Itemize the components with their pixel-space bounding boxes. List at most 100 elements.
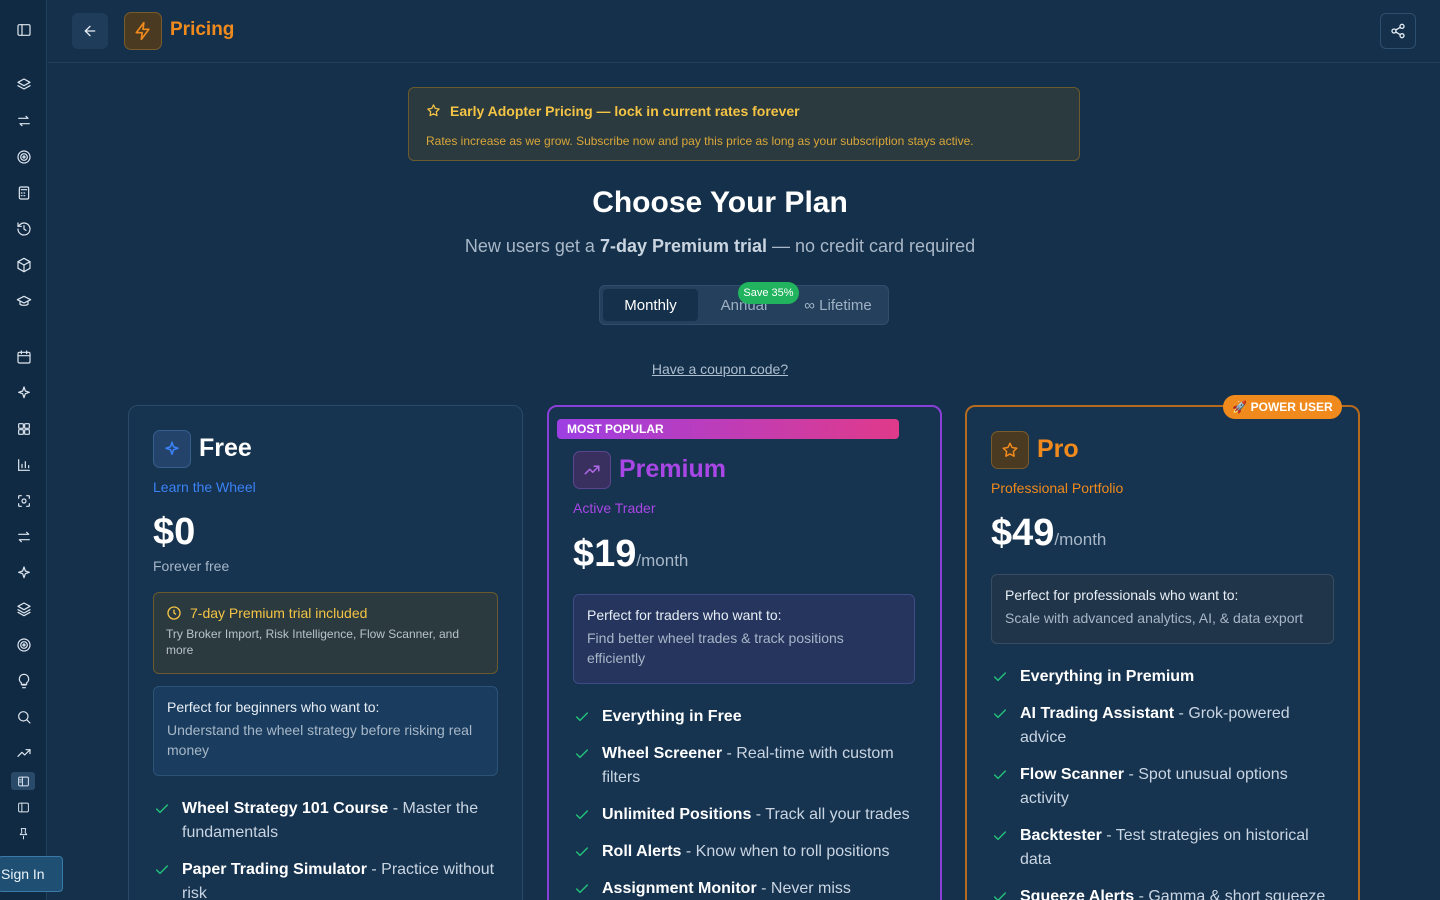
star-icon bbox=[426, 103, 441, 123]
feature-text: Everything in Free bbox=[602, 708, 742, 725]
panel-toggle-icon[interactable] bbox=[14, 20, 34, 40]
feature-text: Wheel Screener - Real-time with custom f… bbox=[602, 745, 894, 786]
banner-title: Early Adopter Pricing — lock in current … bbox=[450, 103, 800, 119]
audience-text: Scale with advanced analytics, AI, & dat… bbox=[1005, 610, 1304, 626]
plan-tagline: Professional Portfolio bbox=[991, 480, 1124, 496]
sparkles-icon bbox=[153, 430, 191, 468]
feature-item: Everything in Free bbox=[574, 705, 922, 733]
price-amount: $19 bbox=[573, 533, 637, 575]
pin-icon[interactable] bbox=[11, 824, 35, 842]
check-icon bbox=[154, 858, 182, 886]
save-badge: Save 35% bbox=[738, 282, 799, 304]
feature-text: Flow Scanner - Spot unusual options acti… bbox=[1020, 766, 1288, 807]
feature-item: Backtester - Test strategies on historic… bbox=[992, 824, 1340, 872]
feature-item: Unlimited Positions - Track all your tra… bbox=[574, 803, 922, 831]
feature-text: Wheel Strategy 101 Course - Master the f… bbox=[182, 800, 479, 841]
price-amount: $49 bbox=[991, 512, 1055, 554]
feature-text: Squeeze Alerts - Gamma & short squeeze bbox=[1020, 888, 1326, 900]
check-icon bbox=[992, 824, 1020, 852]
check-icon bbox=[992, 885, 1020, 900]
sidebar bbox=[0, 0, 47, 900]
clock-icon bbox=[167, 606, 181, 620]
arrows-icon[interactable] bbox=[14, 527, 34, 547]
header: Pricing bbox=[48, 0, 1440, 63]
feature-text: Roll Alerts - Know when to roll position… bbox=[602, 843, 890, 860]
layout-mode-icon[interactable] bbox=[11, 772, 35, 790]
sparkles-icon[interactable] bbox=[14, 563, 34, 583]
banner-text: Rates increase as we grow. Subscribe now… bbox=[426, 134, 974, 148]
feature-item: Wheel Strategy 101 Course - Master the f… bbox=[154, 797, 504, 845]
layers-icon[interactable] bbox=[14, 599, 34, 619]
price-period: /month bbox=[636, 551, 689, 570]
plan-name: Free bbox=[199, 434, 252, 462]
feature-item: Squeeze Alerts - Gamma & short squeeze bbox=[992, 885, 1340, 900]
package-icon[interactable] bbox=[14, 255, 34, 275]
lightning-logo-icon bbox=[124, 12, 162, 50]
price-note: Forever free bbox=[153, 558, 230, 574]
check-icon bbox=[992, 665, 1020, 693]
feature-text: Backtester - Test strategies on historic… bbox=[1020, 827, 1309, 868]
plan-price: $19/month bbox=[573, 533, 688, 576]
feature-text: Unlimited Positions - Track all your tra… bbox=[602, 806, 910, 823]
check-icon bbox=[574, 742, 602, 770]
plan-price: $0 bbox=[153, 511, 196, 553]
trial-title: 7-day Premium trial included bbox=[190, 605, 368, 621]
audience-text: Understand the wheel strategy before ris… bbox=[167, 722, 473, 758]
graduation-cap-icon[interactable] bbox=[14, 291, 34, 311]
plan-price: $49/month bbox=[991, 512, 1106, 555]
plan-name: Premium bbox=[619, 455, 726, 483]
power-user-badge: 🚀 POWER USER bbox=[1223, 395, 1342, 419]
back-button[interactable] bbox=[72, 13, 108, 49]
check-icon bbox=[992, 702, 1020, 730]
billing-option-lifetime[interactable]: ∞ Lifetime bbox=[794, 289, 882, 321]
feature-text: Paper Trading Simulator - Practice witho… bbox=[182, 861, 495, 900]
target-icon[interactable] bbox=[14, 635, 34, 655]
trial-title-row: 7-day Premium trial included bbox=[166, 605, 485, 621]
share-icon bbox=[1391, 23, 1405, 39]
scan-icon[interactable] bbox=[14, 491, 34, 511]
sidebar-mode-icon[interactable] bbox=[11, 798, 35, 816]
plan-card-pro: Pro Professional Portfolio $49/month Per… bbox=[965, 405, 1360, 900]
audience-text: Find better wheel trades & track positio… bbox=[587, 630, 844, 666]
check-icon bbox=[154, 797, 182, 825]
grid-icon[interactable] bbox=[14, 419, 34, 439]
feature-item: Flow Scanner - Spot unusual options acti… bbox=[992, 763, 1340, 811]
plan-card-premium: MOST POPULAR Premium Active Trader $19/m… bbox=[547, 405, 942, 900]
check-icon bbox=[992, 763, 1020, 791]
swap-icon[interactable] bbox=[14, 111, 34, 131]
sparkles-icon[interactable] bbox=[14, 383, 34, 403]
plan-tagline: Active Trader bbox=[573, 500, 656, 516]
feature-item: Assignment Monitor - Never miss bbox=[574, 877, 922, 900]
audience-box: Perfect for professionals who want to: S… bbox=[991, 574, 1334, 644]
plan-subheading: New users get a 7-day Premium trial — no… bbox=[0, 236, 1440, 257]
sign-in-button[interactable]: Sign In bbox=[0, 856, 63, 892]
layers-icon[interactable] bbox=[14, 75, 34, 95]
plan-card-free: Free Learn the Wheel $0 Forever free 7-d… bbox=[128, 405, 523, 900]
check-icon bbox=[574, 705, 602, 733]
trial-text: Try Broker Import, Risk Intelligence, Fl… bbox=[166, 627, 460, 657]
audience-box: Perfect for beginners who want to: Under… bbox=[153, 686, 498, 776]
target-icon[interactable] bbox=[14, 147, 34, 167]
audience-box: Perfect for traders who want to: Find be… bbox=[573, 594, 915, 684]
lightbulb-icon[interactable] bbox=[14, 671, 34, 691]
bar-chart-icon[interactable] bbox=[14, 455, 34, 475]
coupon-link[interactable]: Have a coupon code? bbox=[0, 361, 1440, 377]
trial-notice: 7-day Premium trial included Try Broker … bbox=[153, 592, 498, 674]
search-icon[interactable] bbox=[14, 707, 34, 727]
billing-option-monthly[interactable]: Monthly bbox=[603, 289, 698, 321]
share-button[interactable] bbox=[1380, 13, 1416, 49]
check-icon bbox=[574, 877, 602, 900]
subheading-trial: 7-day Premium trial bbox=[599, 236, 767, 256]
plan-name: Pro bbox=[1037, 435, 1079, 463]
price-period: /month bbox=[1054, 530, 1107, 549]
plan-heading: Choose Your Plan bbox=[592, 186, 848, 219]
feature-text: Everything in Premium bbox=[1020, 668, 1195, 685]
feature-text: AI Trading Assistant - Grok-powered advi… bbox=[1020, 705, 1290, 746]
trending-up-icon[interactable] bbox=[14, 743, 34, 763]
early-adopter-banner: Early Adopter Pricing — lock in current … bbox=[408, 87, 1080, 161]
subheading-suffix: — no credit card required bbox=[767, 236, 976, 256]
check-icon bbox=[574, 803, 602, 831]
feature-text: Assignment Monitor - Never miss bbox=[602, 880, 851, 897]
trending-up-icon bbox=[573, 451, 611, 489]
arrow-left-icon bbox=[84, 25, 96, 37]
